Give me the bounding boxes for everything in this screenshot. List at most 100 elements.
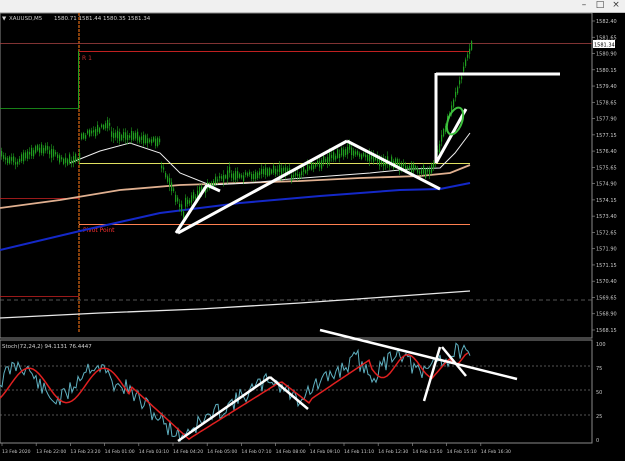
candle-body (47, 146, 49, 150)
candle-body (231, 173, 233, 178)
candle-body (415, 166, 417, 170)
candle-body (223, 174, 225, 182)
candle-body (71, 160, 73, 164)
candle-body (431, 164, 433, 173)
candle-body (171, 182, 173, 192)
candle-body (105, 123, 107, 129)
candle-body (73, 156, 75, 163)
candle-body (89, 129, 91, 137)
candle-body (67, 159, 69, 165)
candle-body (465, 59, 467, 66)
price-tick-label: 1574.15 (596, 198, 617, 204)
candle-body (403, 163, 405, 166)
prior-support (0, 296, 79, 297)
candle-body (275, 168, 277, 175)
pivot-label: Pivot Point (83, 227, 115, 234)
candle-body (91, 130, 93, 134)
price-tick-label: 1572.65 (596, 230, 617, 236)
candle-body (217, 179, 219, 182)
candle-body (297, 174, 299, 177)
candle-body (79, 152, 81, 161)
stoch-level-label: 50 (596, 390, 602, 396)
candle-body (367, 154, 369, 161)
candle-body (31, 147, 33, 156)
price-chart[interactable]: ▼ XAUUSD,M5 1580.71 1581.44 1580.35 1581… (0, 13, 625, 461)
stoch-axis: 100 75 50 25 0 (596, 342, 606, 444)
candle-body (11, 157, 13, 161)
candle-body (335, 155, 337, 160)
candle-body (405, 166, 407, 170)
candle-body (355, 151, 357, 155)
candle-body (429, 169, 431, 176)
candle-body (3, 155, 5, 159)
candle-body (113, 132, 115, 139)
candle-body (61, 157, 63, 160)
candle-body (157, 137, 159, 147)
candle-body (455, 91, 457, 98)
candle-body (117, 130, 119, 139)
candle-body (173, 188, 175, 192)
candle-body (293, 174, 295, 178)
candle-body (259, 171, 261, 176)
candle-body (195, 196, 197, 200)
candle-body (159, 138, 161, 143)
candle-body (187, 199, 189, 205)
candle-body (273, 165, 275, 173)
candle-body (27, 151, 29, 159)
price-tick-label: 1571.15 (596, 263, 617, 269)
candle-body (347, 147, 349, 155)
candle-body (9, 156, 11, 164)
candle-body (161, 165, 163, 169)
candle-body (123, 132, 125, 138)
time-tick-label: 14 Feb 07:10 (241, 449, 271, 455)
time-tick-label: 13 Feb 22:00 (36, 449, 66, 455)
price-tick-label: 1570.40 (596, 279, 617, 285)
maximize-button[interactable]: □ (593, 0, 607, 11)
prior-zone-bottom (0, 108, 79, 109)
candle-body (155, 138, 157, 146)
candle-body (247, 173, 249, 177)
price-tick-label: 1576.40 (596, 149, 617, 155)
candle-body (139, 137, 141, 142)
candle-body (417, 167, 419, 173)
candle-body (127, 134, 129, 141)
candle-body (131, 131, 133, 140)
candle-body (25, 152, 27, 159)
candle-body (421, 169, 423, 174)
minimize-button[interactable]: – (577, 0, 591, 11)
candle-body (167, 176, 169, 182)
candle-body (267, 168, 269, 176)
stoch-label: Stoch(72,24,2) 94.1131 76.4447 (2, 344, 92, 350)
candle-body (39, 147, 41, 153)
candle-body (175, 194, 177, 202)
candle-body (305, 170, 307, 174)
chart-window: – □ × ▼ XAUUSD,M5 1580.71 1581.44 1580.3… (0, 0, 625, 461)
close-button[interactable]: × (609, 0, 623, 11)
time-axis: 13 Feb 2020 13 Feb 22:00 13 Feb 23:20 14 Fe… (1, 443, 511, 455)
candle-body (23, 152, 25, 162)
stoch-pane[interactable] (0, 339, 593, 444)
candle-body (181, 204, 183, 212)
pivot-line (79, 224, 470, 225)
candle-body (261, 168, 263, 174)
candle-body (99, 128, 101, 133)
candle-body (43, 147, 45, 154)
candle-body (413, 164, 415, 172)
price-tick-label: 1579.40 (596, 84, 617, 90)
candle-body (315, 163, 317, 167)
price-tick-label: 1577.15 (596, 133, 617, 139)
price-tick-label: 1577.90 (596, 117, 617, 123)
time-tick-label: 14 Feb 03:10 (139, 449, 169, 455)
stoch-level-label: 0 (596, 438, 599, 444)
candle-body (183, 211, 185, 218)
time-tick-label: 14 Feb 12:30 (378, 449, 408, 455)
candle-body (337, 149, 339, 158)
candle-body (49, 150, 51, 155)
candle-body (51, 148, 53, 158)
candle-body (33, 150, 35, 157)
candle-body (363, 152, 365, 157)
time-tick-label: 13 Feb 23:20 (70, 449, 100, 455)
window-titlebar: – □ × (0, 0, 625, 13)
candle-body (213, 180, 215, 187)
stoch-level-label: 25 (596, 414, 602, 420)
